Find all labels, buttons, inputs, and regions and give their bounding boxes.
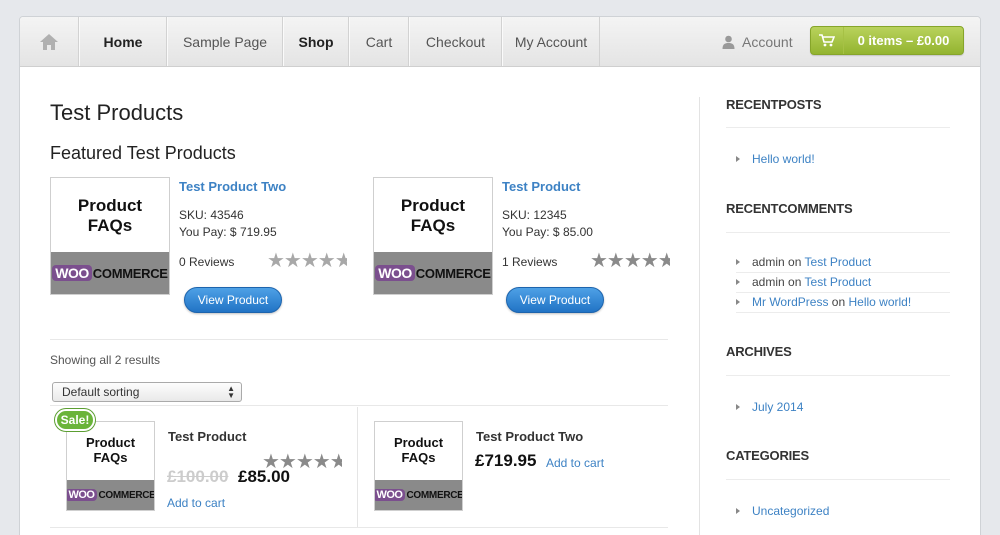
widget-divider — [726, 232, 950, 233]
bullet-icon — [736, 299, 740, 305]
divider — [50, 527, 668, 528]
divider — [50, 405, 668, 406]
review-count: 0 Reviews — [179, 255, 235, 269]
sidebar-separator — [699, 97, 700, 535]
product-price: You Pay: $ 719.95 — [179, 225, 277, 239]
widget-title-categories: CATEGORIES — [726, 448, 809, 463]
nav-shop[interactable]: Shop — [283, 17, 349, 66]
column-divider — [357, 407, 358, 527]
product-thumbnail[interactable]: Product FAQs WOO COMMERCE — [50, 177, 170, 295]
main-navigation: Home Sample Page Shop Cart Checkout My A… — [20, 17, 980, 67]
sorting-select[interactable]: Default sorting ▲ ▼ — [52, 382, 242, 402]
result-count: Showing all 2 results — [50, 353, 161, 367]
featured-product-name-link[interactable]: Test Product — [502, 179, 581, 194]
widget-title-recent-comments: RECENTCOMMENTS — [726, 201, 853, 216]
page-container: Home Sample Page Shop Cart Checkout My A… — [19, 16, 981, 535]
old-price: £100.00 — [167, 467, 229, 486]
widget-divider — [726, 375, 950, 376]
widget-title-archives: ARCHIVES — [726, 344, 792, 359]
archive-link[interactable]: July 2014 — [752, 400, 803, 414]
comment-post-link[interactable]: Hello world! — [849, 295, 912, 309]
category-link[interactable]: Uncategorized — [752, 504, 829, 518]
comment-author: admin — [752, 255, 785, 269]
product-thumbnail[interactable]: Product FAQs WOO COMMERCE — [373, 177, 493, 295]
list-item: admin on Test Product — [736, 255, 871, 269]
recent-post-link[interactable]: Hello world! — [752, 152, 815, 166]
nav-cart[interactable]: Cart — [349, 17, 409, 66]
review-count: 1 Reviews — [502, 255, 558, 269]
product-sku: SKU: 43546 — [179, 208, 244, 222]
list-item: Uncategorized — [736, 504, 829, 518]
bullet-icon — [736, 508, 740, 514]
bullet-icon — [736, 404, 740, 410]
product-thumbnail[interactable]: Product FAQs WOO COMMERCE — [66, 421, 155, 511]
cart-summary-button[interactable]: 0 items – £0.00 — [810, 26, 964, 55]
account-link[interactable]: Account — [722, 17, 793, 66]
view-product-button[interactable]: View Product — [506, 287, 604, 313]
home-icon[interactable] — [20, 17, 79, 66]
nav-my-account[interactable]: My Account — [502, 17, 600, 66]
product-name-link[interactable]: Test Product Two — [476, 429, 583, 444]
star-rating: ★★★★★ — [590, 251, 670, 271]
nav-home[interactable]: Home — [79, 17, 167, 66]
view-product-button[interactable]: View Product — [184, 287, 282, 313]
widget-divider — [736, 312, 950, 313]
sale-price: £85.00 — [238, 467, 290, 486]
bullet-icon — [736, 156, 740, 162]
featured-product-name-link[interactable]: Test Product Two — [179, 179, 286, 194]
list-item: July 2014 — [736, 400, 803, 414]
divider — [50, 339, 668, 340]
add-to-cart-link[interactable]: Add to cart — [167, 496, 225, 510]
widget-divider — [726, 479, 950, 480]
comment-post-link[interactable]: Test Product — [805, 255, 872, 269]
widget-divider — [726, 127, 950, 128]
nav-checkout[interactable]: Checkout — [409, 17, 502, 66]
list-item: Mr WordPress on Hello world! — [736, 295, 911, 309]
widget-divider — [736, 292, 950, 293]
comment-post-link[interactable]: Test Product — [805, 275, 872, 289]
widget-divider — [736, 272, 950, 273]
list-item: Hello world! — [736, 152, 815, 166]
bullet-icon — [736, 279, 740, 285]
bullet-icon — [736, 259, 740, 265]
star-rating: ★★★★★ — [267, 251, 347, 271]
widget-title-recent-posts: RECENTPOSTS — [726, 97, 822, 112]
cart-icon — [811, 27, 844, 54]
sale-badge: Sale! — [55, 409, 95, 431]
comment-author: admin — [752, 275, 785, 289]
page-title: Test Products — [50, 100, 184, 125]
user-icon — [722, 35, 735, 49]
product-price: £719.95 — [475, 451, 537, 470]
nav-sample-page[interactable]: Sample Page — [167, 17, 283, 66]
product-name-link[interactable]: Test Product — [168, 429, 247, 444]
add-to-cart-link[interactable]: Add to cart — [546, 456, 604, 470]
featured-heading: Featured Test Products — [50, 143, 236, 163]
list-item: admin on Test Product — [736, 275, 871, 289]
product-sku: SKU: 12345 — [502, 208, 567, 222]
comment-author-link[interactable]: Mr WordPress — [752, 295, 828, 309]
select-arrows-icon: ▲ ▼ — [227, 384, 235, 400]
product-thumbnail[interactable]: Product FAQs WOO COMMERCE — [374, 421, 463, 511]
product-price: You Pay: $ 85.00 — [502, 225, 593, 239]
